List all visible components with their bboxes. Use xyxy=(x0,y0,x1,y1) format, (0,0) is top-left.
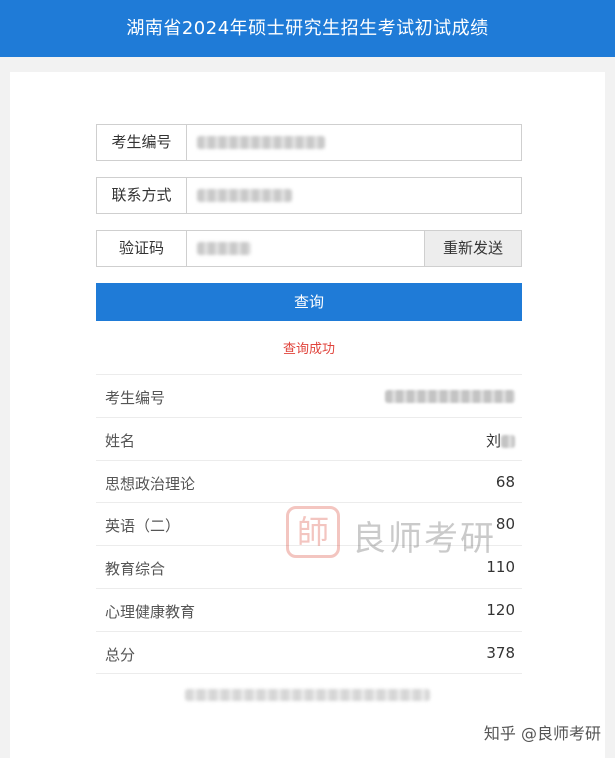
captcha-input[interactable]: xxxxxx xyxy=(197,242,251,255)
page-header: 湖南省2024年硕士研究生招生考试初试成绩 xyxy=(0,0,615,57)
exam-id-input[interactable]: 10533xxxxxxxxxx xyxy=(197,136,325,149)
result-label: 思想政治理论 xyxy=(105,474,196,493)
result-label: 教育综合 xyxy=(105,560,166,579)
result-label: 考生编号 xyxy=(105,389,166,407)
result-row-name: 姓名 刘x xyxy=(96,416,522,460)
result-value: 80 xyxy=(495,515,515,534)
content-card: 考生编号 10533xxxxxxxxxx 联系方式 1xxxxxxxxxx 验证… xyxy=(10,72,605,758)
result-row-mental-health: 心理健康教育 120 xyxy=(96,587,522,631)
contact-field[interactable]: 联系方式 1xxxxxxxxxx xyxy=(96,177,522,214)
footer-note: xxxxxxxxxxxxxxxxxxxxxxxx xyxy=(185,689,430,701)
result-value: 110 xyxy=(486,558,515,577)
result-label: 姓名 xyxy=(105,431,136,450)
credit-watermark: 知乎 @良师考研 xyxy=(483,724,601,743)
result-row-total: 总分 378 xyxy=(96,630,522,674)
exam-id-field[interactable]: 考生编号 10533xxxxxxxxxx xyxy=(96,124,522,161)
result-row-politics: 思想政治理论 68 xyxy=(96,459,522,503)
query-button[interactable]: 查询 xyxy=(96,283,522,321)
results-table: 考生编号 10533xxxxxxxxxx 姓名 刘x 思想政治理论 68 英语（… xyxy=(96,374,522,674)
result-value: 68 xyxy=(495,472,515,491)
result-row-english: 英语（二） 80 xyxy=(96,502,522,545)
exam-id-label: 考生编号 xyxy=(97,125,187,160)
captcha-label: 验证码 xyxy=(97,231,187,266)
status-message: 查询成功 xyxy=(282,342,335,357)
resend-button[interactable]: 重新发送 xyxy=(424,231,521,266)
result-label: 总分 xyxy=(105,645,136,664)
result-value: 刘x xyxy=(486,430,515,451)
captcha-field[interactable]: 验证码 xxxxxx 重新发送 xyxy=(96,230,522,267)
result-row-exam-id: 考生编号 10533xxxxxxxxxx xyxy=(96,374,522,417)
result-label: 心理健康教育 xyxy=(105,602,196,621)
result-value: 378 xyxy=(486,643,515,662)
result-value: 120 xyxy=(486,600,515,619)
result-label: 英语（二） xyxy=(105,517,181,536)
contact-input[interactable]: 1xxxxxxxxxx xyxy=(197,189,292,202)
contact-label: 联系方式 xyxy=(97,178,187,213)
result-value: 10533xxxxxxxxxx xyxy=(385,387,515,405)
page-title: 湖南省2024年硕士研究生招生考试初试成绩 xyxy=(126,18,489,39)
result-row-education: 教育综合 110 xyxy=(96,545,522,588)
